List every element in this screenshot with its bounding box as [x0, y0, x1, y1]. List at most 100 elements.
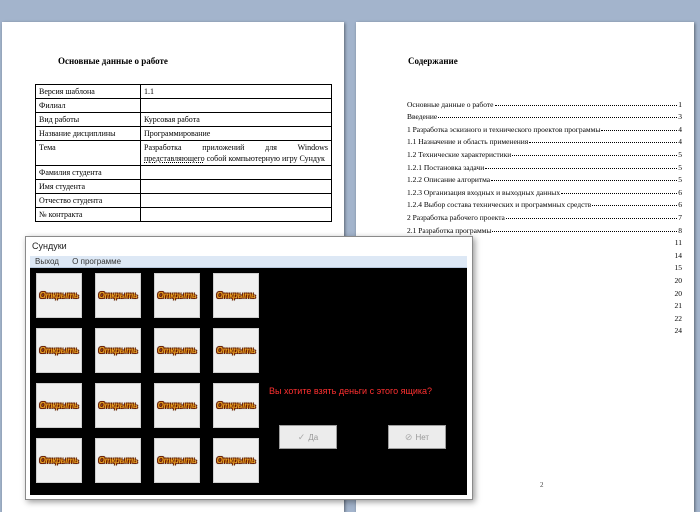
chest-box[interactable]: Открыть	[213, 273, 259, 318]
toc-leader	[601, 129, 678, 131]
toc-leader	[529, 142, 678, 144]
toc-entry-text: Введение	[407, 112, 438, 122]
toc-entry-text: 2 Разработка рабочего проекта	[407, 212, 505, 222]
chest-box-label: Открыть	[98, 346, 138, 355]
chest-box[interactable]: Открыть	[213, 383, 259, 428]
chest-box-label: Открыть	[39, 401, 79, 410]
page1-title: Основные данные о работе	[58, 56, 168, 66]
toc-entry-page: 4	[678, 124, 682, 134]
table-row: Отчество студента	[35, 193, 332, 208]
chest-box[interactable]: Открыть	[36, 328, 82, 373]
yes-label: Да	[308, 432, 319, 442]
chest-box[interactable]: Открыть	[154, 438, 200, 483]
page2-title: Содержание	[408, 56, 458, 66]
toc-leader	[492, 230, 678, 232]
toc-leader	[438, 117, 678, 119]
chest-box-label: Открыть	[98, 291, 138, 300]
chest-box[interactable]: Открыть	[213, 328, 259, 373]
toc-entry-page: 5	[678, 149, 682, 159]
table-row: Название дисциплины Программирование	[35, 126, 332, 141]
chest-box[interactable]: Открыть	[36, 438, 82, 483]
toc-entry-page: 20	[674, 288, 683, 298]
toc-entry: Введение 3	[407, 109, 682, 122]
toc-entry: 1.2.3 Организация входных и выходных дан…	[407, 184, 682, 197]
game-canvas: Открыть Открыть Открыть Открыть Открыть Откры…	[30, 268, 467, 495]
toc-leader	[485, 167, 678, 169]
table-row: Фамилия студента	[35, 165, 332, 180]
chest-box-label: Открыть	[39, 291, 79, 300]
toc-entry-text: 1.2.3 Организация входных и выходных дан…	[407, 187, 561, 197]
chest-box[interactable]: Открыть	[95, 328, 141, 373]
toc-entry: 2.1 Разработка программы 8	[407, 222, 682, 235]
chest-box-label: Открыть	[157, 291, 197, 300]
chest-box[interactable]: Открыть	[36, 383, 82, 428]
chest-box-label: Открыть	[216, 291, 256, 300]
toc-entry-page: 6	[678, 187, 682, 197]
toc-entry-page: 20	[674, 275, 683, 285]
toc-entry-text: 1 Разработка эскизного и технического пр…	[407, 124, 601, 134]
chest-box[interactable]: Открыть	[95, 383, 141, 428]
cancel-icon: ⊘	[404, 431, 413, 442]
toc-entry-page: 3	[678, 112, 682, 122]
toc-entry-page: 21	[674, 301, 683, 311]
toc-leader	[561, 192, 678, 194]
toc-entry: 1.1 Назначение и область применения 4	[407, 134, 682, 147]
toc-entry-page: 15	[674, 263, 683, 273]
check-icon: ✓	[297, 431, 306, 442]
chest-box-label: Открыть	[216, 401, 256, 410]
toc-entry-page: 4	[678, 137, 682, 147]
box-grid: Открыть Открыть Открыть Открыть Открыть Откры…	[30, 268, 270, 495]
menu-bar: Выход О программе	[30, 256, 467, 268]
work-info-table: Версия шаблона 1.1 Филиал Вид работы Курсо…	[35, 84, 332, 222]
page-number: 2	[540, 481, 544, 489]
toc-entry-page: 1	[678, 99, 682, 109]
chest-box[interactable]: Открыть	[154, 273, 200, 318]
app-window[interactable]: Сундуки Выход О программе Открыть Открыть…	[25, 236, 473, 500]
chest-box[interactable]: Открыть	[36, 273, 82, 318]
chest-box[interactable]: Открыть	[154, 383, 200, 428]
chest-box-label: Открыть	[216, 346, 256, 355]
chest-box[interactable]: Открыть	[95, 273, 141, 318]
chest-box[interactable]: Открыть	[154, 328, 200, 373]
chest-box-label: Открыть	[157, 401, 197, 410]
yes-button[interactable]: ✓ Да	[279, 425, 337, 449]
toc-entry-text: 1.2.1 Постановка задачи	[407, 162, 485, 172]
toc-entry-text: 1.2.2 Описание алгоритма	[407, 175, 491, 185]
toc-entry-page: 5	[678, 175, 682, 185]
table-row: Филиал	[35, 98, 332, 113]
toc-entry: 1.2.2 Описание алгоритма 5	[407, 172, 682, 185]
chest-box[interactable]: Открыть	[95, 438, 141, 483]
chest-box-label: Открыть	[157, 346, 197, 355]
chest-box-label: Открыть	[98, 401, 138, 410]
toc-entry: 1.2.4 Выбор состава технических и програ…	[407, 197, 682, 210]
toc-leader	[494, 104, 678, 106]
toc-entry-page: 5	[678, 162, 682, 172]
chest-box-label: Открыть	[157, 456, 197, 465]
table-row: Тема Разработка приложений для Windows пр…	[35, 140, 332, 166]
toc-entry-text: 2.1 Разработка программы	[407, 225, 492, 235]
no-button[interactable]: ⊘ Нет	[388, 425, 446, 449]
window-title: Сундуки	[26, 237, 472, 255]
menu-item-exit[interactable]: Выход	[35, 257, 59, 266]
chest-box[interactable]: Открыть	[213, 438, 259, 483]
toc-entry-text: 1.1 Назначение и область применения	[407, 137, 529, 147]
toc-entry: 1.2 Технические характеристики 5	[407, 146, 682, 159]
toc-leader	[592, 205, 678, 207]
table-row: Версия шаблона 1.1	[35, 84, 332, 99]
toc-entry: 1 Разработка эскизного и технического пр…	[407, 121, 682, 134]
toc-entry-page: 8	[678, 225, 682, 235]
chest-box-label: Открыть	[39, 346, 79, 355]
chest-box-label: Открыть	[39, 456, 79, 465]
table-row: № контракта	[35, 207, 332, 222]
toc-entry-page: 6	[678, 200, 682, 210]
menu-item-about[interactable]: О программе	[72, 257, 121, 266]
toc-entry: 1.2.1 Постановка задачи 5	[407, 159, 682, 172]
table-row: Имя студента	[35, 179, 332, 194]
toc-entry: 2 Разработка рабочего проекта 7	[407, 209, 682, 222]
toc-entry-page: 7	[678, 212, 682, 222]
toc-entry-text: Основные данные о работе	[407, 99, 494, 109]
toc-entry-page: 11	[674, 238, 682, 248]
no-label: Нет	[415, 432, 430, 442]
chest-box-label: Открыть	[216, 456, 256, 465]
toc-entry-page: 24	[674, 326, 683, 336]
